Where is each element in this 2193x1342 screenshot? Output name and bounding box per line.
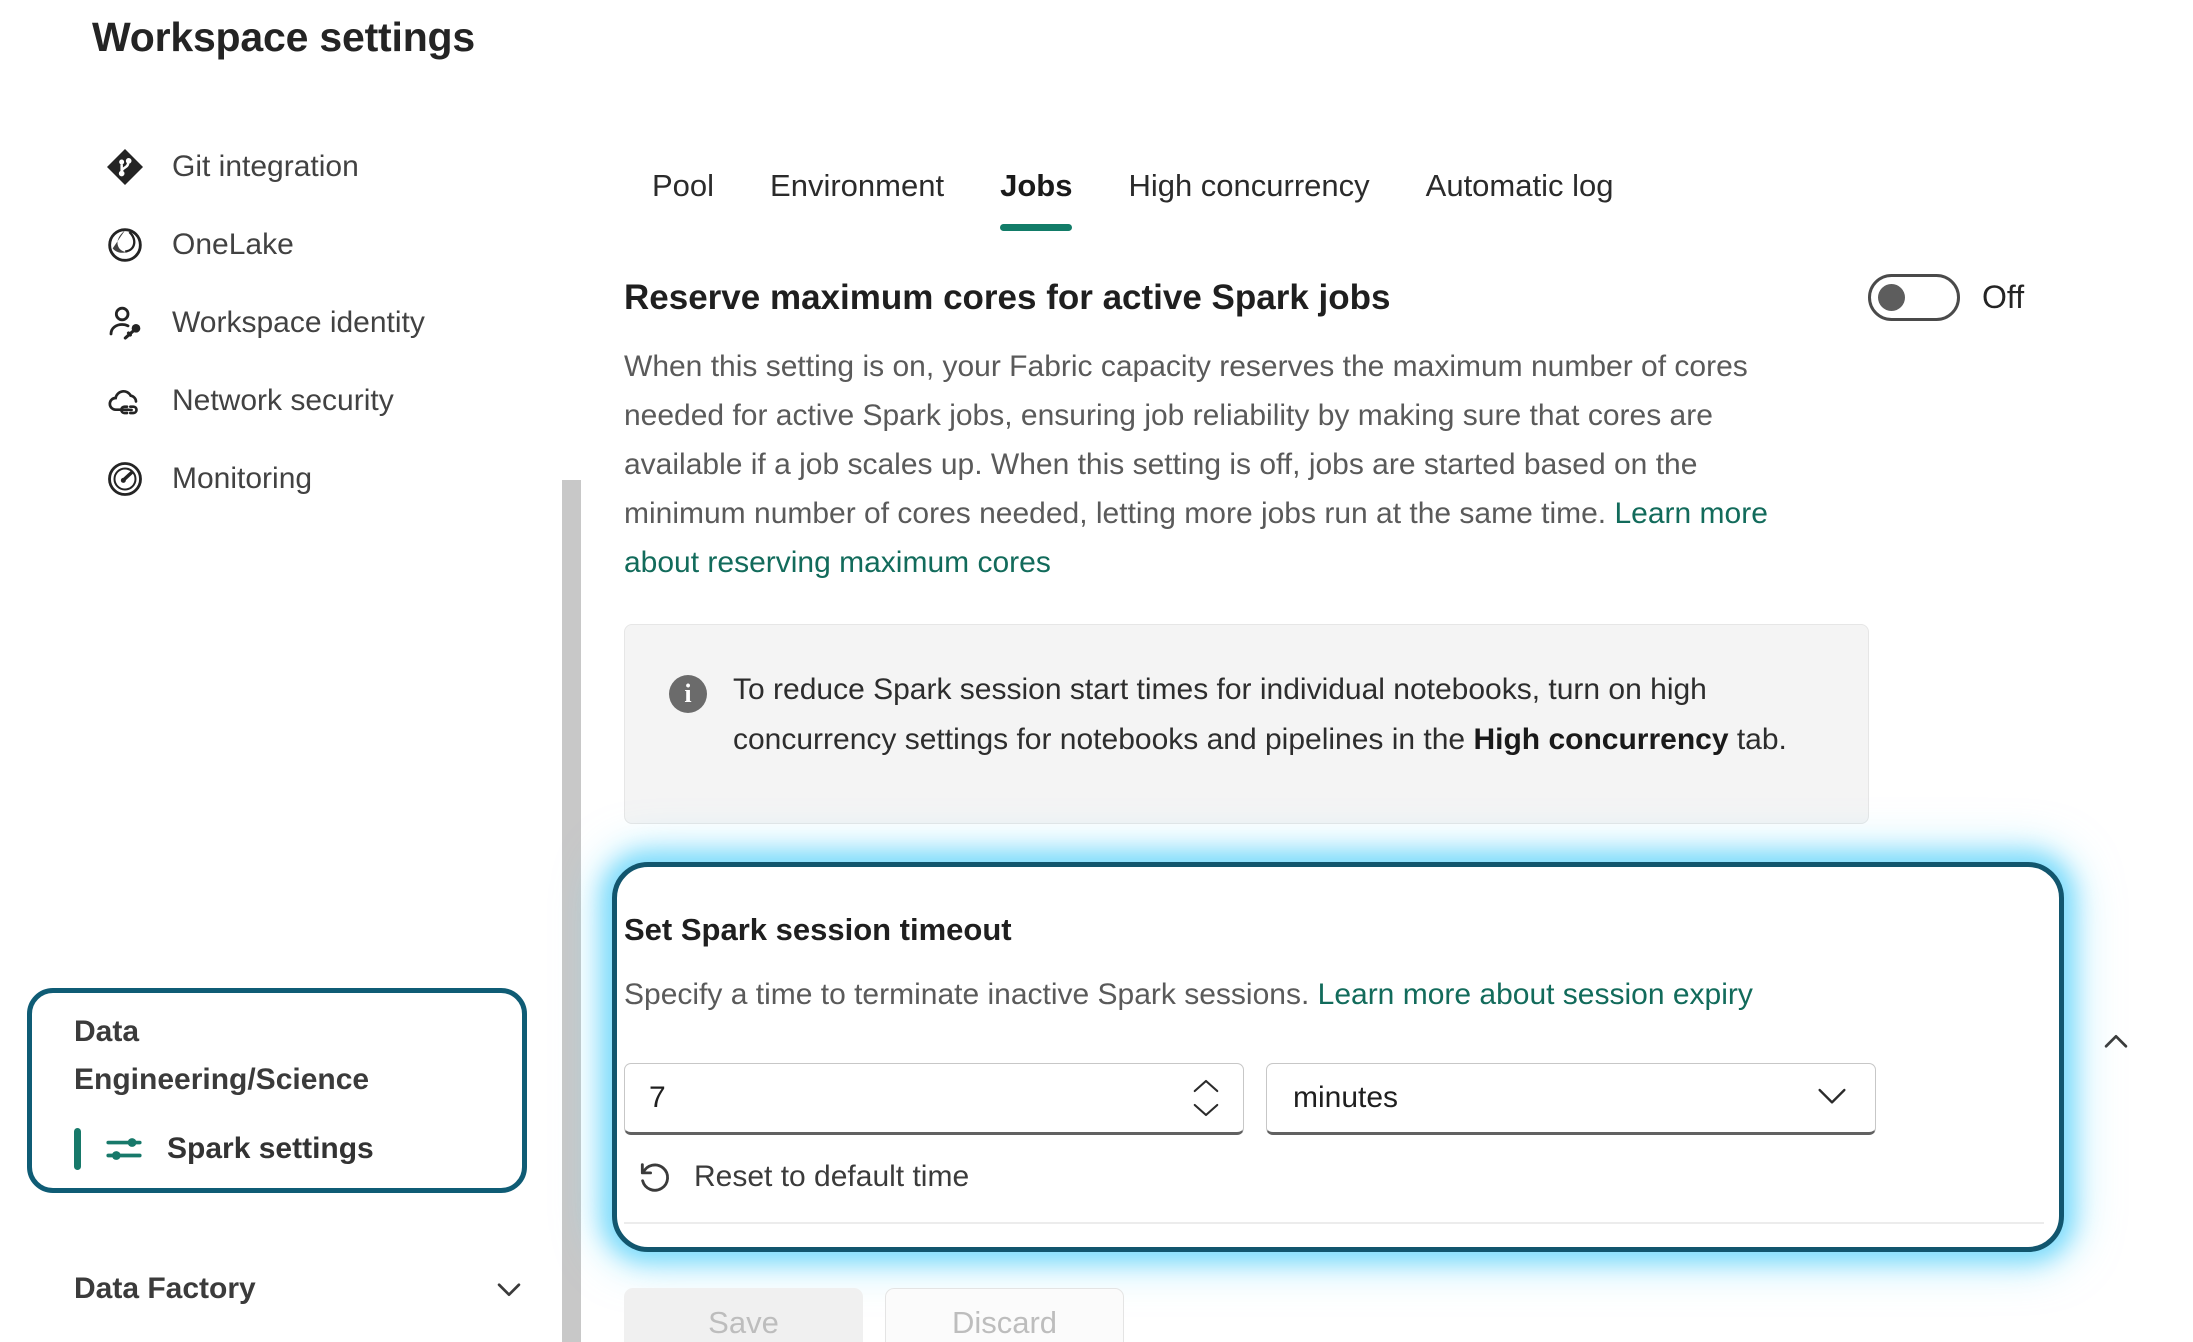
reset-to-default-time-button[interactable]: Reset to default time [636,1158,969,1196]
sidebar-group-label: Data Factory [74,1272,256,1305]
chevron-down-icon [1193,1103,1219,1117]
workspace-settings-page: Workspace settings Git integration OneLa… [0,0,2193,1342]
session-timeout-text: Specify a time to terminate inactive Spa… [624,978,1318,1011]
tab-jobs[interactable]: Jobs [972,155,1100,231]
timeout-value-stepper[interactable]: 7 [624,1063,1244,1135]
save-button[interactable]: Save [624,1288,863,1342]
chevron-up-icon [1193,1079,1219,1093]
settings-tabs: Pool Environment Jobs High concurrency A… [624,155,1642,231]
sidebar-item-git-integration[interactable]: Git integration [0,128,560,206]
toggle-knob [1878,284,1905,311]
sidebar-item-spark-settings[interactable]: Spark settings [74,1128,374,1170]
chevron-down-icon[interactable] [492,1272,526,1306]
sidebar-group-data-factory[interactable]: Data Factory [74,1272,526,1306]
onelake-icon [104,224,146,266]
chevron-down-icon [1815,1085,1849,1112]
info-text-bold: High concurrency [1473,723,1729,756]
reserve-cores-toggle[interactable] [1868,274,1960,321]
git-icon [104,146,146,188]
tab-pool[interactable]: Pool [624,155,742,217]
tab-label: Pool [652,168,715,203]
tab-high-concurrency[interactable]: High concurrency [1100,155,1397,217]
reset-label: Reset to default time [694,1160,970,1193]
footer-actions: Save Discard [624,1288,1124,1342]
session-timeout-title: Set Spark session timeout [624,912,1012,947]
sidebar-nav: Git integration OneLake Workspace identi… [0,128,560,518]
sidebar-item-label: Git integration [172,150,359,183]
sidebar-item-label: Network security [172,384,394,417]
selection-indicator [74,1128,81,1170]
sidebar-item-label: Workspace identity [172,306,425,339]
undo-arrow-icon [636,1158,674,1196]
tab-automatic-log[interactable]: Automatic log [1398,155,1642,217]
tab-label: High concurrency [1128,168,1370,203]
sidebar-item-onelake[interactable]: OneLake [0,206,560,284]
sidebar-item-network-security[interactable]: Network security [0,362,560,440]
cloud-link-icon [104,380,146,422]
person-key-icon [104,302,146,344]
sidebar-item-label: OneLake [172,228,294,261]
session-timeout-description: Specify a time to terminate inactive Spa… [624,978,1753,1012]
tab-label: Automatic log [1425,168,1614,203]
section-divider [624,1222,2044,1224]
timeout-unit-value: minutes [1293,1081,1399,1114]
sidebar-group-data-engineering[interactable]: Data Engineering/Science [74,1008,494,1104]
tab-label: Jobs [1000,168,1073,203]
discard-button[interactable]: Discard [885,1288,1124,1342]
timeout-unit-dropdown[interactable]: minutes [1266,1063,1876,1135]
sliders-icon [103,1128,145,1170]
high-concurrency-info-box: i To reduce Spark session start times fo… [624,624,1869,824]
chevron-up-icon[interactable] [2099,1025,2133,1059]
session-timeout-fields: 7 minutes [624,1063,1876,1135]
timeout-value: 7 [649,1081,666,1114]
sidebar-item-label: Spark settings [167,1132,374,1165]
learn-more-session-expiry-link[interactable]: Learn more about session expiry [1318,978,1753,1011]
gauge-icon [104,458,146,500]
info-icon: i [669,675,707,713]
page-title: Workspace settings [92,14,475,60]
info-text-part2: tab. [1728,723,1787,756]
sidebar-group-label: Data Engineering/Science [74,1015,370,1096]
sidebar-item-workspace-identity[interactable]: Workspace identity [0,284,560,362]
vertical-scrollbar[interactable] [562,480,581,1342]
toggle-state-label: Off [1982,279,2025,315]
tab-label: Environment [770,168,945,203]
sidebar-item-monitoring[interactable]: Monitoring [0,440,560,518]
stepper-arrows [1191,1077,1221,1119]
description-text: When this setting is on, your Fabric cap… [624,350,1748,530]
reserve-cores-toggle-wrap: Off [1868,274,2024,321]
tab-environment[interactable]: Environment [742,155,972,217]
reserve-cores-title: Reserve maximum cores for active Spark j… [624,278,1391,317]
sidebar-item-label: Monitoring [172,462,313,495]
info-box-text: To reduce Spark session start times for … [733,665,1826,783]
reserve-cores-description: When this setting is on, your Fabric cap… [624,342,1824,587]
